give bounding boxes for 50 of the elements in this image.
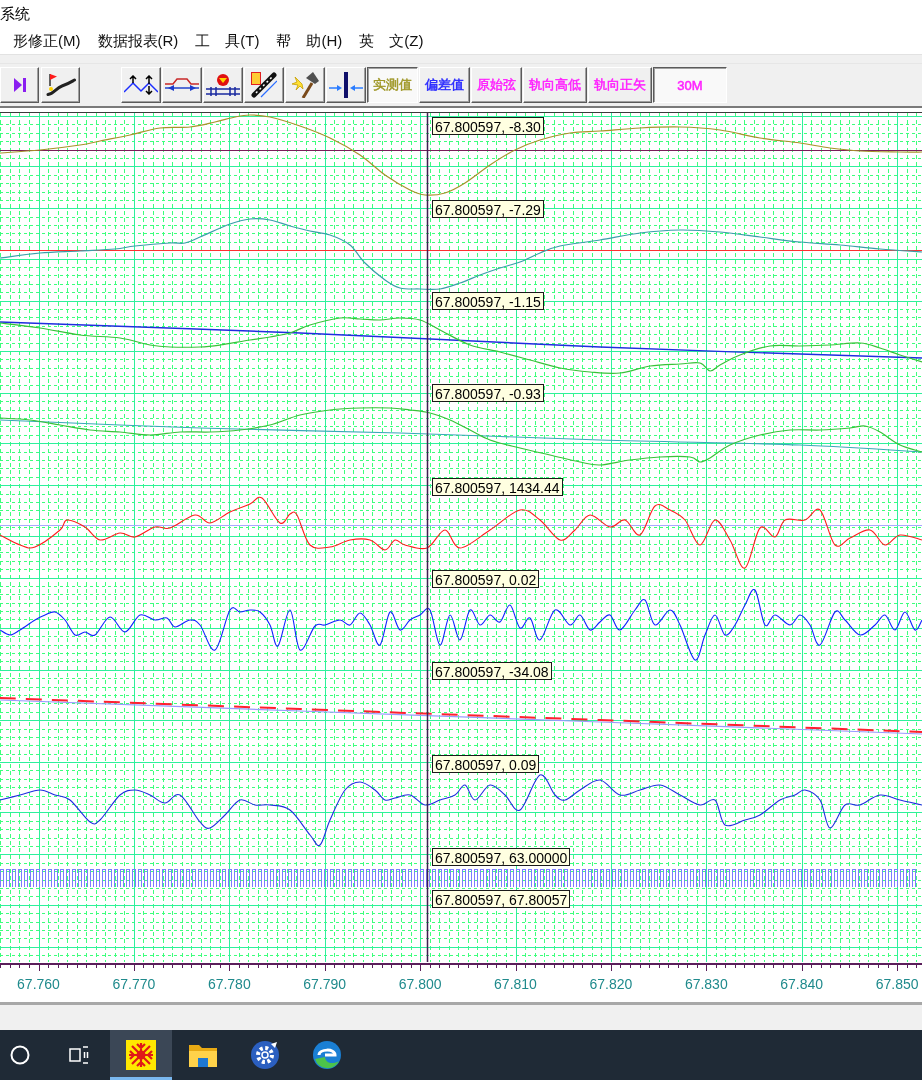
menu-item[interactable]: 帮 助(H): [276, 31, 343, 51]
cursor-readout: 67.800597, -1.15: [432, 292, 544, 310]
axis-label: 67.850: [875, 976, 919, 992]
menu-item[interactable]: 工 具(T): [195, 31, 260, 51]
axis-label: 67.790: [303, 976, 347, 992]
swirl-disc-icon: [313, 1041, 341, 1069]
window-title: 系统: [0, 4, 30, 24]
toolbar-button[interactable]: [244, 67, 284, 103]
toolbar-button[interactable]: [121, 67, 161, 103]
cursor-readout: 67.800597, -8.30: [432, 117, 544, 135]
cursor-readout: 67.800597, 63.00000: [432, 848, 571, 866]
axis-label: 67.820: [589, 976, 633, 992]
axis-label: 67.800: [398, 976, 442, 992]
marker-rails-icon: [206, 74, 240, 96]
circle-icon: [10, 1045, 30, 1065]
axis-label: 67.830: [684, 976, 728, 992]
skip-end-icon: [13, 78, 26, 92]
axis-label: 67.810: [494, 976, 537, 992]
window-panes-icon: [69, 1046, 89, 1064]
toolbar-button[interactable]: [326, 67, 366, 103]
cursor-readout: 67.800597, -7.29: [432, 200, 544, 218]
cursor-readout: 67.800597, -0.93: [432, 384, 544, 402]
taskbar-button[interactable]: [110, 1030, 172, 1080]
menu-item[interactable]: 数据报表(R): [97, 31, 179, 51]
toolbar-button[interactable]: [203, 67, 243, 103]
converging-arrows-icon: [329, 72, 363, 98]
toolbar-button[interactable]: [285, 67, 325, 103]
diagonal-track-icon: [251, 72, 277, 98]
toolbar-button[interactable]: [0, 67, 39, 103]
hammer-icon: [291, 72, 319, 98]
gear-icon: [251, 1041, 279, 1069]
zigzag-arrows-icon: [124, 75, 158, 95]
axis-label: 67.780: [207, 976, 251, 992]
snowflake-icon: [126, 1040, 156, 1070]
flag-curve-icon: [45, 74, 76, 96]
cursor-readout: 67.800597, 0.09: [432, 755, 540, 773]
axis-label: 67.760: [17, 976, 60, 992]
toolbar-button[interactable]: 偏差值: [419, 67, 470, 103]
bump-arrows-icon: [165, 78, 199, 92]
cursor-readout: 67.800597, 67.80057: [432, 890, 571, 908]
axis-label: 67.770: [112, 976, 156, 992]
cursor-readout: 67.800597, 1434.44: [432, 478, 563, 496]
menu-item[interactable]: 形修正(M): [13, 31, 81, 51]
toolbar-button[interactable]: [41, 67, 80, 103]
toolbar-button[interactable]: [162, 67, 202, 103]
axis-label: 67.840: [780, 976, 824, 992]
folder-icon: [189, 1043, 217, 1067]
cursor-readout: 67.800597, -34.08: [432, 662, 552, 680]
menu-item[interactable]: 英 文(Z): [359, 31, 424, 51]
cursor-readout: 67.800597, 0.02: [432, 570, 540, 588]
